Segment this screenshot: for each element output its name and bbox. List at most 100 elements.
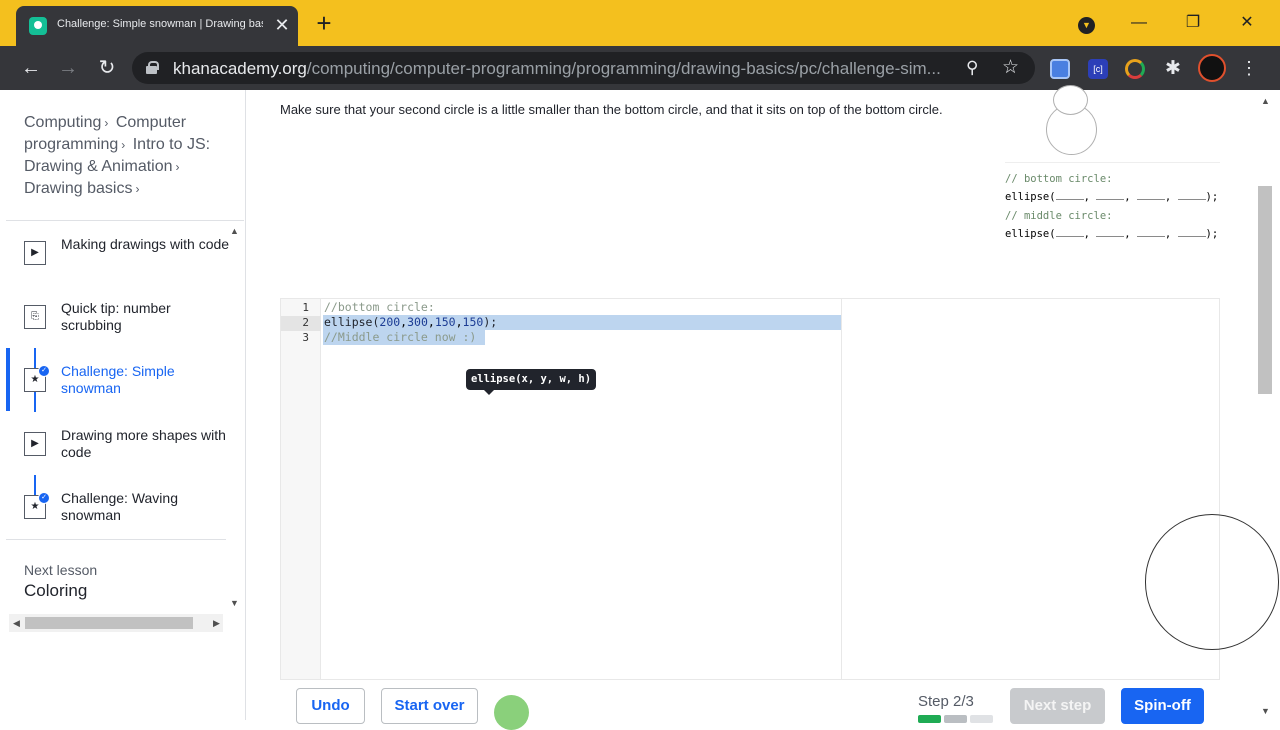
extension-bracket-icon[interactable]: [c]: [1088, 59, 1108, 79]
tab-close-icon[interactable]: ✕: [272, 15, 292, 35]
hint-sep: ,: [1124, 228, 1137, 240]
new-tab-button[interactable]: +: [311, 10, 337, 37]
step-progress-current: [944, 715, 967, 723]
page-content: Computing › Computer programming › Intro t…: [0, 85, 1280, 730]
browser-toolbar: ← → ↻ khanacademy.org/computing/computer…: [0, 46, 1280, 90]
line-number-current: 2: [281, 316, 321, 331]
extension-chrome-color-icon[interactable]: [1125, 59, 1145, 79]
maximize-button[interactable]: ❐: [1178, 10, 1208, 36]
avatar: [494, 695, 529, 730]
code-arg-x[interactable]: 200: [379, 315, 400, 329]
output-canvas[interactable]: [841, 299, 1280, 679]
extension-screen-icon[interactable]: [1050, 59, 1070, 79]
step-progress-upcoming: [970, 715, 993, 723]
url-domain: khanacademy.org: [173, 59, 307, 78]
hint-blank: [1136, 191, 1165, 200]
code-arg-h[interactable]: 150: [463, 315, 484, 329]
forward-button[interactable]: →: [55, 55, 81, 81]
line-number: 1: [302, 301, 309, 314]
completed-check-icon: ✓: [38, 492, 50, 504]
progress-line: [34, 348, 36, 368]
scroll-left-icon[interactable]: ◀: [13, 618, 20, 629]
hint-call: ellipse(: [1005, 228, 1056, 240]
breadcrumb-sep-icon: ›: [121, 138, 126, 152]
hint-call: ellipse(: [1005, 191, 1056, 203]
url-text[interactable]: khanacademy.org/computing/computer-progr…: [173, 59, 941, 79]
hint-blank: [1177, 228, 1206, 237]
hint-close: );: [1205, 228, 1219, 240]
code-line-1[interactable]: //bottom circle:: [324, 300, 435, 315]
scroll-up-icon[interactable]: ▲: [1261, 96, 1270, 106]
hint-comment-middle: // middle circle:: [1005, 210, 1113, 222]
code-function: ellipse(: [324, 315, 380, 329]
hint-code-middle: ellipse(, , , );: [1005, 228, 1218, 240]
hint-divider: [1005, 162, 1220, 163]
khan-academy-favicon-icon: [29, 17, 47, 35]
browser-tab[interactable]: Challenge: Simple snowman | Drawing basi…: [16, 6, 298, 46]
completed-check-icon: ✓: [38, 365, 50, 377]
profile-avatar[interactable]: [1198, 54, 1226, 82]
code-close: );: [483, 315, 498, 329]
scroll-up-icon[interactable]: ▲: [230, 226, 239, 236]
search-page-icon[interactable]: ⚲: [966, 58, 978, 78]
breadcrumb-sep-icon: ›: [175, 160, 180, 174]
undo-button[interactable]: Undo: [296, 688, 365, 724]
line-number: 3: [302, 331, 309, 344]
code-arg-y[interactable]: 300: [407, 315, 428, 329]
breadcrumb: Computing › Computer programming › Intro t…: [24, 112, 224, 200]
code-line-3[interactable]: //Middle circle now :): [324, 330, 476, 345]
hint-sep: ,: [1164, 228, 1178, 240]
tab-strip: Challenge: Simple snowman | Drawing basi…: [0, 0, 1280, 46]
breadcrumb-drawing-basics[interactable]: Drawing basics: [24, 180, 132, 197]
browser-menu-icon[interactable]: ⋮: [1240, 56, 1258, 80]
hint-blank: [1177, 191, 1206, 200]
code-line-2[interactable]: ellipse(200,300,150,150);: [324, 315, 497, 330]
tab-search-icon[interactable]: ▼: [1078, 17, 1095, 34]
breadcrumb-computing[interactable]: Computing: [24, 114, 101, 131]
code-arg-w[interactable]: 150: [435, 315, 456, 329]
next-step-button[interactable]: Next step: [1010, 688, 1105, 724]
extensions-puzzle-icon[interactable]: ✱: [1163, 59, 1183, 79]
scroll-down-icon[interactable]: ▼: [230, 598, 239, 608]
lock-icon[interactable]: [146, 61, 159, 74]
minimize-button[interactable]: —: [1124, 10, 1154, 36]
url-path: /computing/computer-programming/programm…: [306, 59, 941, 78]
spin-off-button[interactable]: Spin-off: [1121, 688, 1204, 724]
hint-sep: ,: [1083, 228, 1097, 240]
play-icon: ▶: [24, 432, 46, 456]
sidebar-scrollbar[interactable]: ▲ ▼: [227, 220, 243, 610]
back-button[interactable]: ←: [18, 55, 44, 81]
scrollbar-thumb[interactable]: [1258, 186, 1272, 394]
start-over-button[interactable]: Start over: [381, 688, 478, 724]
code-editor[interactable]: 1 2 3 //bottom circle: ellipse(200,300,1…: [280, 298, 1280, 680]
sidebar-divider: [6, 539, 226, 540]
play-icon: ▶: [24, 241, 46, 265]
bookmark-star-icon[interactable]: ☆: [1002, 56, 1019, 79]
reload-button[interactable]: ↻: [94, 55, 120, 81]
hint-blank: [1096, 191, 1125, 200]
hint-sep: ,: [1083, 191, 1097, 203]
page-scrollbar[interactable]: ▲ ▼: [1256, 90, 1274, 720]
step-progress-complete: [918, 715, 941, 723]
hint-code-bottom: ellipse(, , , );: [1005, 191, 1218, 203]
line-gutter: 1 2 3: [281, 299, 321, 679]
document-icon: ⎘: [24, 305, 46, 329]
hint-sep: ,: [1124, 191, 1137, 203]
lesson-label: Challenge: Simple snowman: [61, 363, 175, 396]
breadcrumb-sep-icon: ›: [135, 182, 140, 196]
hint-blank: [1096, 228, 1125, 237]
hint-blank: [1055, 191, 1084, 200]
function-signature-tooltip: ellipse(x, y, w, h): [466, 369, 596, 395]
scroll-down-icon[interactable]: ▼: [1261, 706, 1270, 716]
lesson-sidebar: Computing › Computer programming › Intro t…: [6, 90, 246, 720]
tab-title: Challenge: Simple snowman | Drawing basi…: [57, 18, 263, 30]
address-bar[interactable]: khanacademy.org/computing/computer-progr…: [132, 52, 1035, 84]
scroll-right-icon[interactable]: ▶: [213, 618, 220, 629]
close-window-button[interactable]: ✕: [1232, 10, 1262, 36]
next-lesson-link[interactable]: Coloring: [24, 581, 87, 601]
sidebar-horizontal-scrollbar[interactable]: ◀ ▶: [9, 614, 223, 632]
next-lesson-label: Next lesson: [24, 562, 98, 578]
lesson-label: Making drawings with code: [61, 236, 230, 252]
scrollbar-thumb[interactable]: [25, 617, 193, 629]
hint-close: );: [1205, 191, 1219, 203]
